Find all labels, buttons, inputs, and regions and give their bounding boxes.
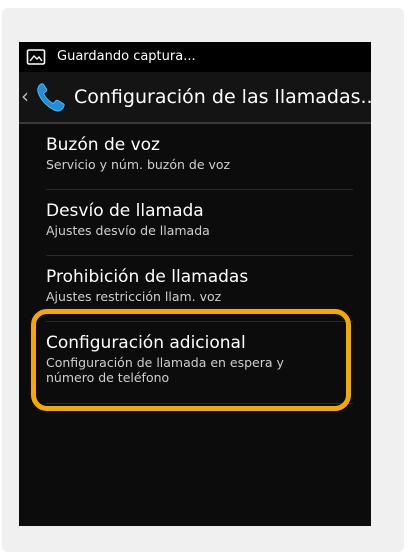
- settings-item-prohibicion-de-llamadas[interactable]: Prohibición de llamadas Ajustes restricc…: [19, 256, 371, 322]
- status-text: Guardando captura...: [57, 49, 196, 64]
- settings-item-subtitle: Servicio y núm. buzón de voz: [46, 157, 231, 172]
- phone-screen: Guardando captura... ‹ Configuración de …: [19, 42, 371, 526]
- settings-list: Buzón de voz Servicio y núm. buzón de vo…: [19, 124, 371, 404]
- divider: [46, 403, 353, 404]
- settings-item-title: Desvío de llamada: [46, 201, 204, 221]
- phone-icon[interactable]: [33, 80, 69, 114]
- settings-item-buzon-de-voz[interactable]: Buzón de voz Servicio y núm. buzón de vo…: [19, 124, 371, 190]
- screenshot-icon: [26, 49, 46, 65]
- action-bar: ‹ Configuración de las llamadas...: [19, 72, 371, 124]
- page-title: Configuración de las llamadas...: [74, 86, 371, 108]
- settings-item-configuracion-adicional[interactable]: Configuración adicional Configuración de…: [19, 322, 371, 404]
- settings-item-subtitle: Ajustes restricción llam. voz: [46, 289, 222, 304]
- settings-item-subtitle: Ajustes desvío de llamada: [46, 223, 210, 238]
- settings-item-subtitle-line2: número de teléfono: [46, 370, 170, 385]
- settings-item-title: Prohibición de llamadas: [46, 267, 249, 287]
- settings-item-title: Configuración adicional: [46, 333, 246, 353]
- settings-item-desvio-de-llamada[interactable]: Desvío de llamada Ajustes desvío de llam…: [19, 190, 371, 256]
- settings-item-subtitle-line1: Configuración de llamada en espera y: [46, 355, 284, 370]
- status-bar: Guardando captura...: [19, 42, 371, 72]
- chevron-left-icon[interactable]: ‹: [21, 84, 33, 108]
- settings-item-title: Buzón de voz: [46, 135, 160, 155]
